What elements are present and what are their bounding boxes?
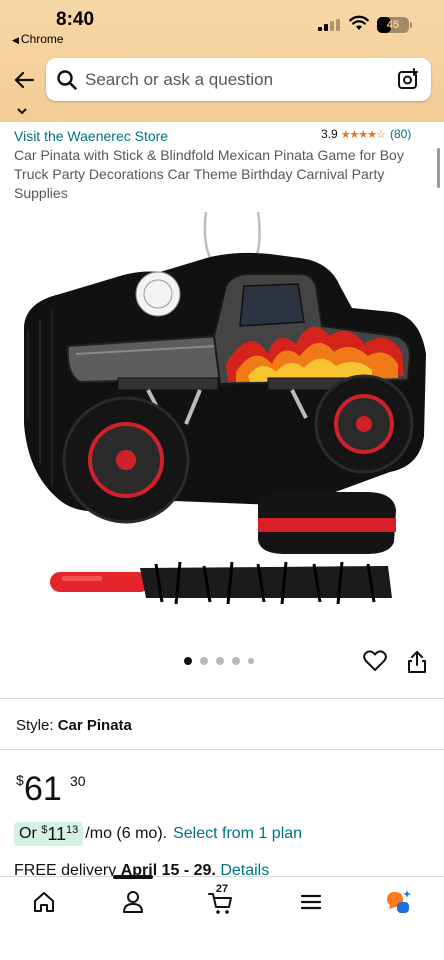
store-link[interactable]: Visit the Waenerec Store [14, 128, 168, 144]
rating-value: 3.9 [321, 127, 338, 141]
carousel-dot[interactable] [184, 657, 192, 665]
share-icon[interactable] [406, 650, 428, 674]
plan-fraction: 13 [66, 824, 79, 836]
back-triangle-icon: ◀ [12, 35, 19, 45]
delivery-dates: April 15 - 29. [120, 862, 216, 876]
carousel-dot[interactable] [248, 658, 254, 664]
menu-icon[interactable] [297, 888, 325, 916]
image-carousel-dots[interactable] [184, 657, 254, 665]
plan-currency: $ [41, 824, 48, 836]
active-tab-indicator [113, 875, 153, 879]
delivery-prefix: FREE delivery [14, 862, 117, 876]
divider [0, 698, 444, 699]
search-input[interactable]: Search or ask a question [85, 70, 273, 90]
select-plan-link[interactable]: Select from 1 plan [173, 825, 302, 843]
carousel-dot[interactable] [200, 657, 208, 665]
battery-icon: 45 [377, 17, 412, 33]
plan-whole: 11 [47, 824, 67, 844]
back-arrow-icon[interactable] [12, 68, 36, 92]
divider [0, 749, 444, 750]
rating-stars-icon: ★★★★☆ [340, 128, 386, 141]
rating-summary[interactable]: 3.9 ★★★★☆ (80) [321, 127, 411, 141]
delivery-details-link[interactable]: Details [220, 862, 269, 876]
scrollbar[interactable] [437, 148, 440, 188]
location-chevron-icon[interactable] [17, 107, 27, 115]
account-icon[interactable] [119, 888, 147, 916]
product-image[interactable] [0, 204, 444, 644]
carousel-dot[interactable] [232, 657, 240, 665]
style-selector[interactable]: Style: Car Pinata [16, 717, 132, 734]
battery-percent: 45 [386, 19, 400, 31]
price-fraction: 30 [70, 773, 86, 789]
carousel-dot[interactable] [216, 657, 224, 665]
status-bar: 8:40 ◀ Chrome 45 [0, 0, 444, 50]
heart-icon[interactable] [363, 650, 387, 672]
style-label: Style: [16, 717, 54, 734]
search-bar[interactable]: Search or ask a question [46, 58, 431, 101]
cellular-signal-icon [318, 19, 340, 31]
style-value: Car Pinata [57, 717, 132, 734]
plan-prefix: Or [19, 825, 37, 842]
search-icon [57, 70, 77, 90]
home-icon[interactable] [30, 888, 58, 916]
rating-count[interactable]: (80) [390, 127, 411, 141]
plan-term: /mo (6 mo). [85, 825, 168, 842]
plan-price-badge: Or $11 13 [14, 822, 84, 846]
back-to-app-link[interactable]: ◀ Chrome [12, 32, 64, 46]
back-app-label: Chrome [20, 32, 64, 46]
price-whole: 61 [24, 770, 62, 808]
cart-icon[interactable] [207, 888, 235, 916]
wifi-icon [349, 15, 369, 30]
price-currency: $ [16, 772, 24, 788]
status-time: 8:40 [56, 9, 95, 30]
delivery-info: FREE delivery April 15 - 29. Details [14, 862, 269, 876]
product-title: Car Pinata with Stick & Blindfold Mexica… [14, 147, 404, 201]
camera-lens-icon[interactable] [397, 68, 419, 90]
rufus-assistant-icon[interactable] [384, 888, 412, 916]
monthly-plan: Or $11 13 /mo (6 mo). Select from 1 plan [14, 822, 302, 846]
app-header: 8:40 ◀ Chrome 45 Search or ask a question [0, 0, 444, 122]
